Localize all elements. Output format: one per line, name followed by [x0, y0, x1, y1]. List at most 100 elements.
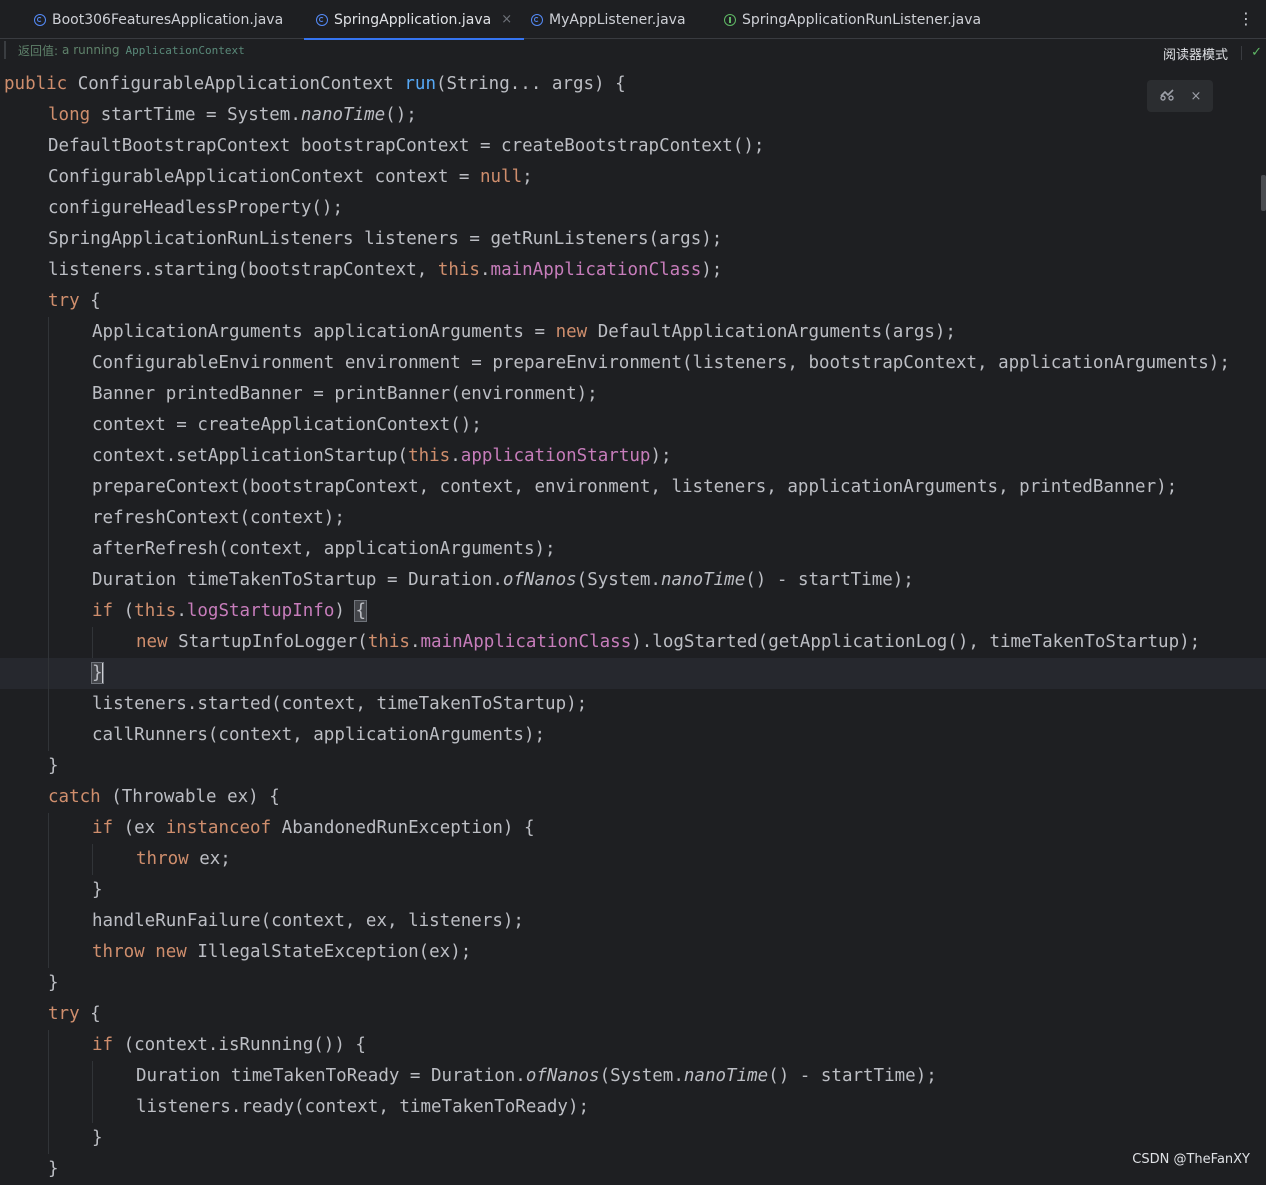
code-line[interactable]: DefaultBootstrapContext bootstrapContext…: [0, 131, 1266, 162]
code-line[interactable]: long startTime = System.nanoTime();: [0, 100, 1266, 131]
indent-guide: [48, 875, 49, 906]
code-line[interactable]: ApplicationArguments applicationArgument…: [0, 317, 1266, 348]
code-text: afterRefresh(context, applicationArgumen…: [92, 534, 556, 565]
code-line[interactable]: catch (Throwable ex) {: [0, 782, 1266, 813]
code-line[interactable]: handleRunFailure(context, ex, listeners)…: [0, 906, 1266, 937]
code-line[interactable]: throw new IllegalStateException(ex);: [0, 937, 1266, 968]
code-line[interactable]: throw ex;: [0, 844, 1266, 875]
code-token: Banner printedBanner = printBanner(envir…: [92, 384, 598, 404]
indent-guide: [48, 658, 49, 689]
indent-guide: [48, 1092, 49, 1123]
code-line[interactable]: configureHeadlessProperty();: [0, 193, 1266, 224]
code-text: callRunners(context, applicationArgument…: [92, 720, 545, 751]
code-line[interactable]: refreshContext(context);: [0, 503, 1266, 534]
code-token: ;: [522, 167, 533, 187]
tab-label: MyAppListener.java: [549, 11, 686, 28]
code-token: prepareContext(bootstrapContext, context…: [92, 477, 1178, 497]
code-line[interactable]: new StartupInfoLogger(this.mainApplicati…: [0, 627, 1266, 658]
code-text: }: [92, 1123, 103, 1154]
code-token: ofNanos: [502, 570, 577, 590]
code-line[interactable]: Duration timeTakenToReady = Duration.ofN…: [0, 1061, 1266, 1092]
code-line[interactable]: }: [0, 968, 1266, 999]
code-token: startTime = System.: [100, 105, 301, 125]
code-text: context = createApplicationContext();: [92, 410, 482, 441]
spring-class-icon: [34, 13, 46, 26]
code-line[interactable]: if (ex instanceof AbandonedRunException)…: [0, 813, 1266, 844]
indent-guide: [92, 627, 93, 658]
code-line[interactable]: }: [0, 1154, 1266, 1185]
code-line[interactable]: }: [0, 875, 1266, 906]
indent-guide: [92, 844, 93, 875]
code-editor[interactable]: public ConfigurableApplicationContext ru…: [0, 69, 1266, 1185]
tab-myapplistener[interactable]: MyAppListener.java: [531, 0, 686, 39]
code-line[interactable]: }: [0, 658, 1266, 689]
code-token: mainApplicationClass: [420, 632, 632, 652]
code-line[interactable]: context.setApplicationStartup(this.appli…: [0, 441, 1266, 472]
indent-guide: [48, 317, 49, 348]
code-text: throw ex;: [136, 844, 231, 875]
code-token: catch: [48, 787, 112, 807]
code-line[interactable]: if (this.logStartupInfo) {: [0, 596, 1266, 627]
indent-guide: [48, 720, 49, 751]
code-line[interactable]: }: [0, 751, 1266, 782]
tab-springapplicationrunlistener[interactable]: SpringApplicationRunListener.java: [724, 0, 981, 39]
code-text: ConfigurableEnvironment environment = pr…: [92, 348, 1230, 379]
code-text: DefaultBootstrapContext bootstrapContext…: [48, 131, 764, 162]
code-token: (System.: [576, 570, 661, 590]
hint-gutter-bar: [4, 41, 6, 59]
code-text: }: [48, 1154, 59, 1185]
code-line[interactable]: listeners.starting(bootstrapContext, thi…: [0, 255, 1266, 286]
code-token: ConfigurableEnvironment environment = pr…: [92, 353, 1230, 373]
code-line[interactable]: ConfigurableEnvironment environment = pr…: [0, 348, 1266, 379]
code-line[interactable]: SpringApplicationRunListeners listeners …: [0, 224, 1266, 255]
indent-guide: [48, 379, 49, 410]
code-token: listeners.starting(bootstrapContext,: [48, 260, 438, 280]
code-line[interactable]: afterRefresh(context, applicationArgumen…: [0, 534, 1266, 565]
code-text: }: [91, 658, 104, 689]
code-token: this: [367, 632, 410, 652]
code-text: listeners.ready(context, timeTakenToRead…: [136, 1092, 589, 1123]
check-icon[interactable]: ✓: [1251, 45, 1262, 60]
code-line[interactable]: listeners.ready(context, timeTakenToRead…: [0, 1092, 1266, 1123]
code-token: DefaultBootstrapContext bootstrapContext…: [48, 136, 765, 156]
code-token: new: [555, 322, 598, 342]
code-line[interactable]: prepareContext(bootstrapContext, context…: [0, 472, 1266, 503]
code-line[interactable]: listeners.started(context, timeTakenToSt…: [0, 689, 1266, 720]
text-caret: [101, 662, 104, 684]
indent-guide: [48, 472, 49, 503]
tab-springapplication[interactable]: SpringApplication.java ×: [304, 0, 525, 40]
indent-guide: [92, 1092, 93, 1123]
indent-guide: [48, 627, 49, 658]
tab-boot306featuresapplication[interactable]: Boot306FeaturesApplication.java: [34, 0, 283, 39]
indent-guide: [92, 1061, 93, 1092]
indent-guide: [48, 906, 49, 937]
code-token: {: [90, 291, 101, 311]
code-token: ex;: [199, 849, 231, 869]
code-token: handleRunFailure(context, ex, listeners)…: [92, 911, 524, 931]
code-line[interactable]: if (context.isRunning()) {: [0, 1030, 1266, 1061]
code-token: context = createApplicationContext();: [92, 415, 482, 435]
reader-mode-button[interactable]: 阅读器模式: [1163, 44, 1228, 63]
code-text: long startTime = System.nanoTime();: [48, 100, 417, 131]
code-line[interactable]: Duration timeTakenToStartup = Duration.o…: [0, 565, 1266, 596]
code-token: nanoTime: [660, 570, 746, 590]
code-text: }: [92, 875, 103, 906]
code-token: long: [48, 105, 101, 125]
code-line[interactable]: context = createApplicationContext();: [0, 410, 1266, 441]
more-options-icon[interactable]: ⋮: [1238, 9, 1254, 28]
code-token: ConfigurableApplicationContext: [77, 74, 405, 94]
code-line[interactable]: try {: [0, 286, 1266, 317]
code-line[interactable]: callRunners(context, applicationArgument…: [0, 720, 1266, 751]
code-text: try {: [48, 286, 101, 317]
code-line[interactable]: ConfigurableApplicationContext context =…: [0, 162, 1266, 193]
code-text: public ConfigurableApplicationContext ru…: [4, 69, 626, 100]
code-token: this: [134, 601, 177, 621]
code-line[interactable]: }: [0, 1123, 1266, 1154]
code-line[interactable]: public ConfigurableApplicationContext ru…: [0, 69, 1266, 100]
close-icon[interactable]: ×: [501, 12, 512, 27]
code-line[interactable]: try {: [0, 999, 1266, 1030]
hint-label: 返回值:: [18, 43, 59, 58]
code-token: if: [92, 1035, 124, 1055]
code-token: ofNanos: [525, 1066, 600, 1086]
code-line[interactable]: Banner printedBanner = printBanner(envir…: [0, 379, 1266, 410]
